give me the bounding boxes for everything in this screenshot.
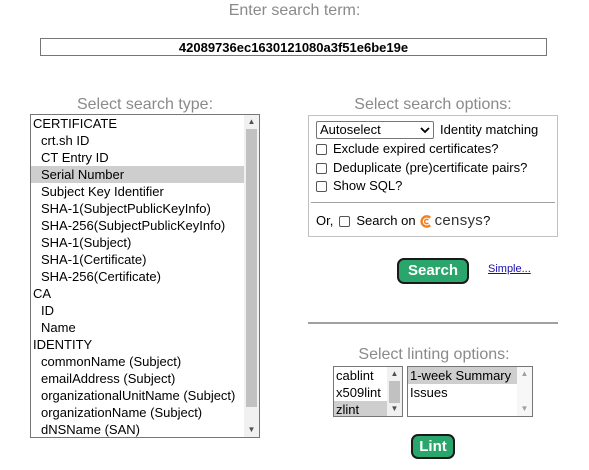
arrow-down-icon[interactable]: ▼	[387, 403, 402, 415]
censys-wordmark: censys	[434, 212, 484, 229]
lint-mode-scrollbar[interactable]: ▲ ▼	[517, 367, 532, 416]
deduplicate-checkbox[interactable]	[316, 162, 327, 174]
censys-row: Or, Search on censys ?	[316, 213, 490, 229]
identity-matching-row: Autoselect Identity matching	[316, 121, 538, 139]
arrow-down-icon[interactable]: ▼	[517, 403, 532, 415]
list-option[interactable]: organizationalUnitName (Subject)	[31, 387, 259, 404]
list-option[interactable]: Name	[31, 319, 259, 336]
list-option[interactable]: SHA-256(Certificate)	[31, 268, 259, 285]
lint-button[interactable]: Lint	[411, 434, 455, 459]
show-sql-checkbox[interactable]	[316, 180, 327, 192]
scrollbar-thumb[interactable]	[389, 381, 400, 403]
list-option[interactable]: dNSName (SAN)	[31, 421, 259, 437]
list-option[interactable]: CT Entry ID	[31, 149, 259, 166]
list-option[interactable]: emailAddress (Subject)	[31, 370, 259, 387]
scrollbar-thumb[interactable]	[246, 129, 257, 407]
lint-mode-items: 1-week Summary Issues	[408, 367, 532, 401]
list-option[interactable]: SHA-256(SubjectPublicKeyInfo)	[31, 217, 259, 234]
list-option[interactable]: 1-week Summary	[408, 367, 532, 384]
exclude-expired-label: Exclude expired certificates?	[333, 141, 499, 156]
list-option[interactable]: organizationName (Subject)	[31, 404, 259, 421]
exclude-expired-checkbox[interactable]	[316, 143, 327, 155]
deduplicate-row[interactable]: Deduplicate (pre)certificate pairs?	[316, 160, 527, 176]
arrow-down-icon[interactable]: ▼	[244, 424, 259, 436]
list-option[interactable]: Subject Key Identifier	[31, 183, 259, 200]
identity-matching-label: Identity matching	[440, 122, 539, 137]
option-group-label: IDENTITY	[33, 337, 93, 352]
arrow-up-icon[interactable]: ▲	[387, 368, 402, 380]
section-divider	[308, 322, 558, 324]
lint-mode-listbox[interactable]: 1-week Summary Issues ▲ ▼	[407, 366, 533, 417]
search-type-scrollbar[interactable]: ▲ ▼	[244, 115, 259, 437]
search-on-censys-checkbox[interactable]	[339, 215, 351, 227]
option-group-label: CERTIFICATE	[33, 116, 118, 131]
search-options-title: Select search options:	[354, 96, 512, 113]
search-term-title: Enter search term:	[228, 2, 361, 19]
option-group-label: CA	[33, 286, 52, 301]
linting-options-title: Select linting options:	[358, 346, 510, 363]
linter-scrollbar[interactable]: ▲ ▼	[387, 367, 402, 416]
search-options-panel: Autoselect Identity matching Exclude exp…	[308, 115, 558, 237]
list-option[interactable]: Serial Number	[31, 166, 248, 183]
deduplicate-label: Deduplicate (pre)certificate pairs?	[333, 160, 528, 175]
exclude-expired-row[interactable]: Exclude expired certificates?	[316, 141, 498, 157]
arrow-up-icon[interactable]: ▲	[517, 368, 532, 380]
list-option[interactable]: SHA-1(Certificate)	[31, 251, 259, 268]
search-button[interactable]: Search	[397, 258, 469, 284]
list-option[interactable]: commonName (Subject)	[31, 353, 259, 370]
search-input[interactable]	[40, 38, 547, 56]
search-type-title: Select search type:	[76, 96, 214, 113]
censys-logo: censys	[420, 213, 484, 229]
list-option[interactable]: Issues	[408, 384, 532, 401]
linter-listbox[interactable]: cablint x509lint zlint ▲ ▼	[333, 366, 403, 417]
simple-link[interactable]: Simple...	[488, 263, 531, 275]
search-type-items: CERTIFICATE crt.sh ID CT Entry ID Serial Nu…	[31, 115, 259, 437]
show-sql-row[interactable]: Show SQL?	[316, 178, 402, 194]
or-label: Or,	[316, 213, 334, 228]
search-type-listbox[interactable]: CERTIFICATE crt.sh ID CT Entry ID Serial Nu…	[30, 114, 260, 438]
censys-question-mark: ?	[483, 213, 491, 228]
arrow-up-icon[interactable]: ▲	[244, 116, 259, 128]
show-sql-label: Show SQL?	[333, 178, 403, 193]
identity-matching-value: Autoselect	[320, 122, 381, 137]
list-option[interactable]: crt.sh ID	[31, 132, 259, 149]
list-option[interactable]: ID	[31, 302, 259, 319]
chevron-down-icon	[420, 126, 430, 133]
identity-matching-select[interactable]: Autoselect	[316, 121, 434, 139]
search-on-label: Search on	[356, 213, 416, 228]
list-option[interactable]: SHA-1(Subject)	[31, 234, 259, 251]
censys-logo-icon	[420, 214, 431, 228]
options-divider	[311, 202, 555, 203]
list-option[interactable]: SHA-1(SubjectPublicKeyInfo)	[31, 200, 259, 217]
